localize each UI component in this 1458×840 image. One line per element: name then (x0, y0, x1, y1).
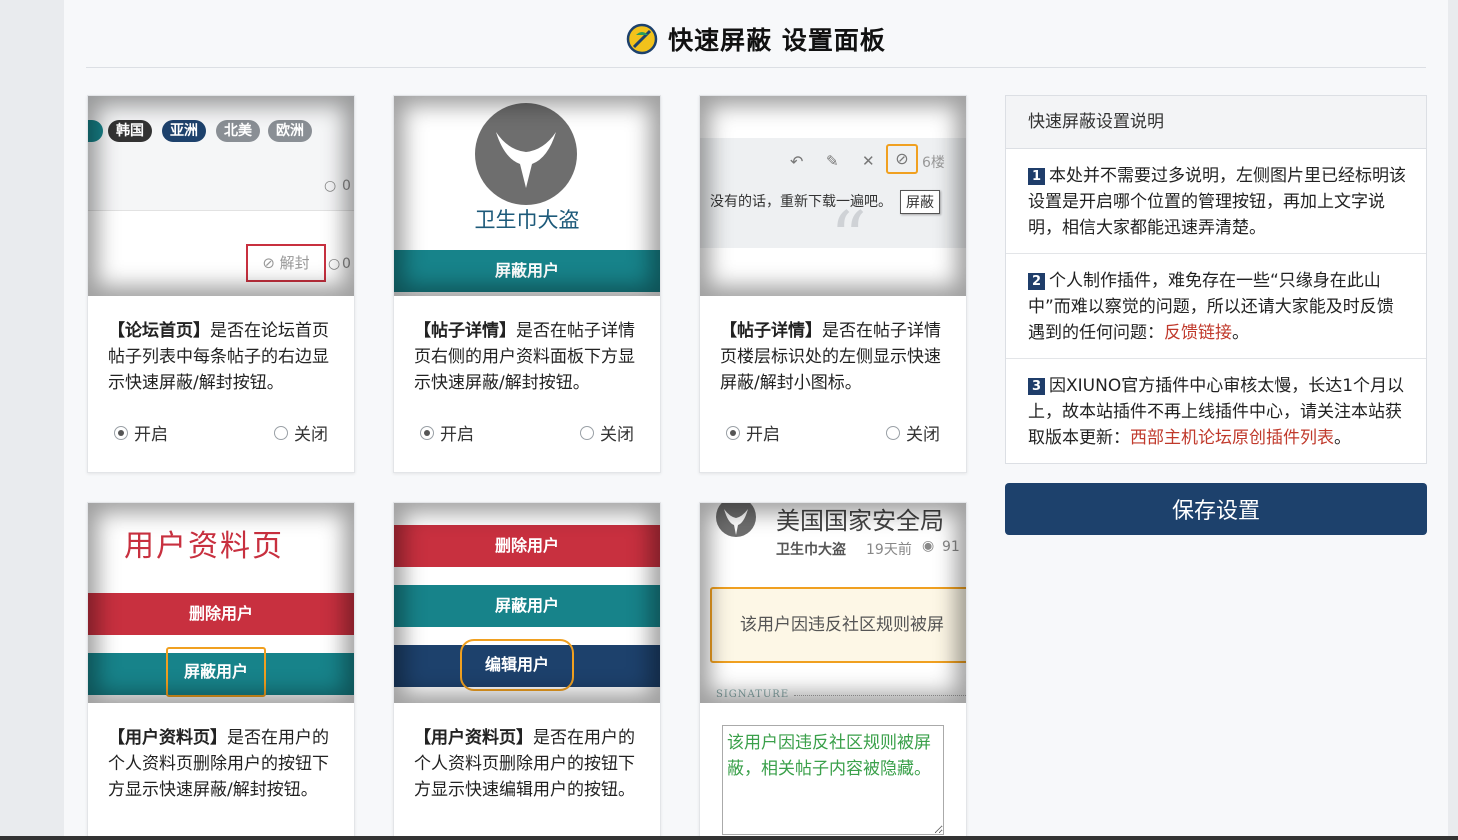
setting-card-profile-block: 用户资料页 删除用户 屏蔽用户 【用户资料页】是否在用户的个人资料页删除用户的按… (87, 502, 355, 840)
toggle-group: 开启 关闭 (394, 396, 660, 445)
radio-label: 开启 (134, 425, 168, 445)
card-description: 【帖子详情】是否在帖子详情页楼层标识处的左侧显示快速屏蔽/解封小图标。 (700, 296, 966, 396)
views-count: 91 (942, 539, 960, 555)
preview-thread-floor: ↶ ✎ ✕ ⊘ 6楼 没有的话，重新下载一遍吧。 屏蔽 “ (700, 96, 966, 296)
tag: 北美 (216, 120, 260, 142)
card-heading: 【用户资料页】 (414, 728, 533, 748)
plugin-list-link[interactable]: 西部主机论坛原创插件列表 (1130, 428, 1334, 448)
radio-on[interactable]: 开启 (114, 420, 168, 445)
block-notice-input[interactable]: 该用户因违反社区规则被屏蔽，相关帖子内容被隐藏。 (722, 725, 944, 835)
tooltip: 屏蔽 (900, 190, 940, 214)
preview-forum-home: 韩国 亚洲 北美 欧洲 ○ 0 ⊘ 解封 ○ 0 (88, 96, 354, 296)
tag: 欧洲 (268, 120, 312, 142)
author-title: 美国国家安全局 (776, 507, 944, 535)
radio-off[interactable]: 关闭 (886, 420, 940, 445)
author-name: 卫生巾大盗 (776, 542, 846, 558)
setting-card-block-notice: 美国国家安全局 卫生巾大盗 19天前 ◉ 91 该用户因违反社区规则被屏 SIG… (699, 502, 967, 840)
info-item: 3 因XIUNO官方插件中心审核太慢，长达1个月以上，故本站插件不再上线插件中心，… (1006, 359, 1426, 463)
radio-dot[interactable] (274, 425, 288, 440)
setting-card-thread-floor: ↶ ✎ ✕ ⊘ 6楼 没有的话，重新下载一遍吧。 屏蔽 “ 【帖子详情】是否在帖… (699, 95, 967, 473)
tag: 亚洲 (162, 120, 206, 142)
radio-label: 关闭 (600, 425, 634, 445)
tag: 韩国 (108, 120, 152, 142)
profile-page-title: 用户资料页 (124, 529, 284, 564)
item-number: 3 (1028, 378, 1045, 395)
radio-label: 开启 (440, 425, 474, 445)
radio-label: 开启 (746, 425, 780, 445)
preview-profile-block: 用户资料页 删除用户 屏蔽用户 (88, 503, 354, 703)
info-text: 本处并不需要过多说明，左侧图片里已经标明该设置是开启哪个位置的管理按钮，再加上文… (1028, 166, 1406, 238)
avatar-icon (716, 503, 756, 537)
item-number: 2 (1028, 273, 1045, 290)
username: 卫生巾大盗 (474, 208, 580, 232)
delete-user-sample: 删除用户 (88, 593, 354, 635)
card-heading: 【帖子详情】 (414, 321, 516, 341)
floor-number: 6楼 (922, 155, 945, 171)
comment-count: 0 (342, 178, 351, 194)
radio-label: 关闭 (906, 425, 940, 445)
preview-profile-edit: 删除用户 屏蔽用户 编辑用户 (394, 503, 660, 703)
title-row: 快速屏蔽 设置面板 (86, 10, 1426, 68)
info-panel: 快速屏蔽设置说明 1 本处并不需要过多说明，左侧图片里已经标明该设置是开启哪个位置… (1005, 95, 1427, 464)
settings-panel: 快速屏蔽 设置面板 韩国 亚洲 北美 欧洲 ○ 0 ⊘ 解封 ○ 0 【论坛首页… (64, 0, 1448, 840)
info-tail: 。 (1334, 428, 1351, 448)
block-user-highlight: 屏蔽用户 (166, 647, 266, 697)
info-item: 2 个人制作插件，难免存在一些“只缘身在此山中”而难以察觉的问题，所以还请大家能及… (1006, 254, 1426, 359)
item-number: 1 (1028, 168, 1045, 185)
radio-on[interactable]: 开启 (726, 420, 780, 445)
info-title: 快速屏蔽设置说明 (1006, 96, 1426, 149)
page-title: 快速屏蔽 设置面板 (668, 25, 886, 55)
delete-user-sample: 删除用户 (394, 525, 660, 567)
preview-thread-sidebar: 卫生巾大盗 屏蔽用户 (394, 96, 660, 296)
avatar-icon (475, 103, 577, 205)
card-description: 【论坛首页】是否在论坛首页帖子列表中每条帖子的右边显示快速屏蔽/解封按钮。 (88, 296, 354, 396)
setting-card-thread-sidebar: 卫生巾大盗 屏蔽用户 【帖子详情】是否在帖子详情页右侧的用户资料面板下方显示快速… (393, 95, 661, 473)
card-heading: 【帖子详情】 (720, 321, 822, 341)
quote-icon: “ (830, 196, 867, 280)
card-heading: 【用户资料页】 (108, 728, 227, 748)
radio-label: 关闭 (294, 425, 328, 445)
edit-icon: ✎ (826, 152, 839, 170)
views-icon: ◉ (922, 538, 935, 554)
taskbar-strip (0, 836, 1458, 840)
block-icon: ⊘ (886, 144, 918, 174)
radio-off[interactable]: 关闭 (274, 420, 328, 445)
radio-dot[interactable] (726, 425, 740, 440)
card-description: 【用户资料页】是否在用户的个人资料页删除用户的按钮下方显示快速编辑用户的按钮。 (394, 703, 660, 803)
preview-block-notice: 美国国家安全局 卫生巾大盗 19天前 ◉ 91 该用户因违反社区规则被屏 SIG… (700, 503, 966, 703)
radio-on[interactable]: 开启 (420, 420, 474, 445)
radio-dot[interactable] (114, 425, 128, 440)
setting-card-profile-edit: 删除用户 屏蔽用户 编辑用户 【用户资料页】是否在用户的个人资料页删除用户的按钮… (393, 502, 661, 840)
setting-card-forum-home: 韩国 亚洲 北美 欧洲 ○ 0 ⊘ 解封 ○ 0 【论坛首页】是否在论坛首页帖子… (87, 95, 355, 473)
edit-user-highlight: 编辑用户 (460, 639, 574, 691)
unlock-sample: ⊘ 解封 (246, 244, 326, 282)
comment-icon: ○ (328, 256, 341, 272)
block-user-sample: 屏蔽用户 (394, 250, 660, 292)
card-heading: 【论坛首页】 (108, 321, 210, 341)
block-user-sample: 屏蔽用户 (394, 585, 660, 627)
radio-dot[interactable] (580, 425, 594, 440)
info-item: 1 本处并不需要过多说明，左侧图片里已经标明该设置是开启哪个位置的管理按钮，再加上… (1006, 149, 1426, 254)
feedback-link[interactable]: 反馈链接 (1164, 323, 1232, 343)
radio-dot[interactable] (420, 425, 434, 440)
post-time: 19天前 (866, 542, 912, 558)
reply-icon: ↶ (790, 152, 804, 171)
toggle-group: 开启 关闭 (88, 396, 354, 445)
card-description: 【用户资料页】是否在用户的个人资料页删除用户的按钮下方显示快速屏蔽/解封按钮。 (88, 703, 354, 803)
plugin-logo-icon (626, 23, 658, 54)
comment-count: 0 (342, 256, 351, 272)
save-settings-button[interactable]: 保存设置 (1005, 483, 1427, 535)
card-description: 【帖子详情】是否在帖子详情页右侧的用户资料面板下方显示快速屏蔽/解封按钮。 (394, 296, 660, 396)
toggle-group: 开启 关闭 (700, 396, 966, 445)
delete-icon: ✕ (862, 152, 875, 170)
comment-icon: ○ (324, 178, 337, 194)
block-notice-sample: 该用户因违反社区规则被屏 (710, 587, 966, 663)
radio-dot[interactable] (886, 425, 900, 440)
radio-off[interactable]: 关闭 (580, 420, 634, 445)
info-tail: 。 (1232, 323, 1249, 343)
signature-label: SIGNATURE (716, 689, 790, 700)
